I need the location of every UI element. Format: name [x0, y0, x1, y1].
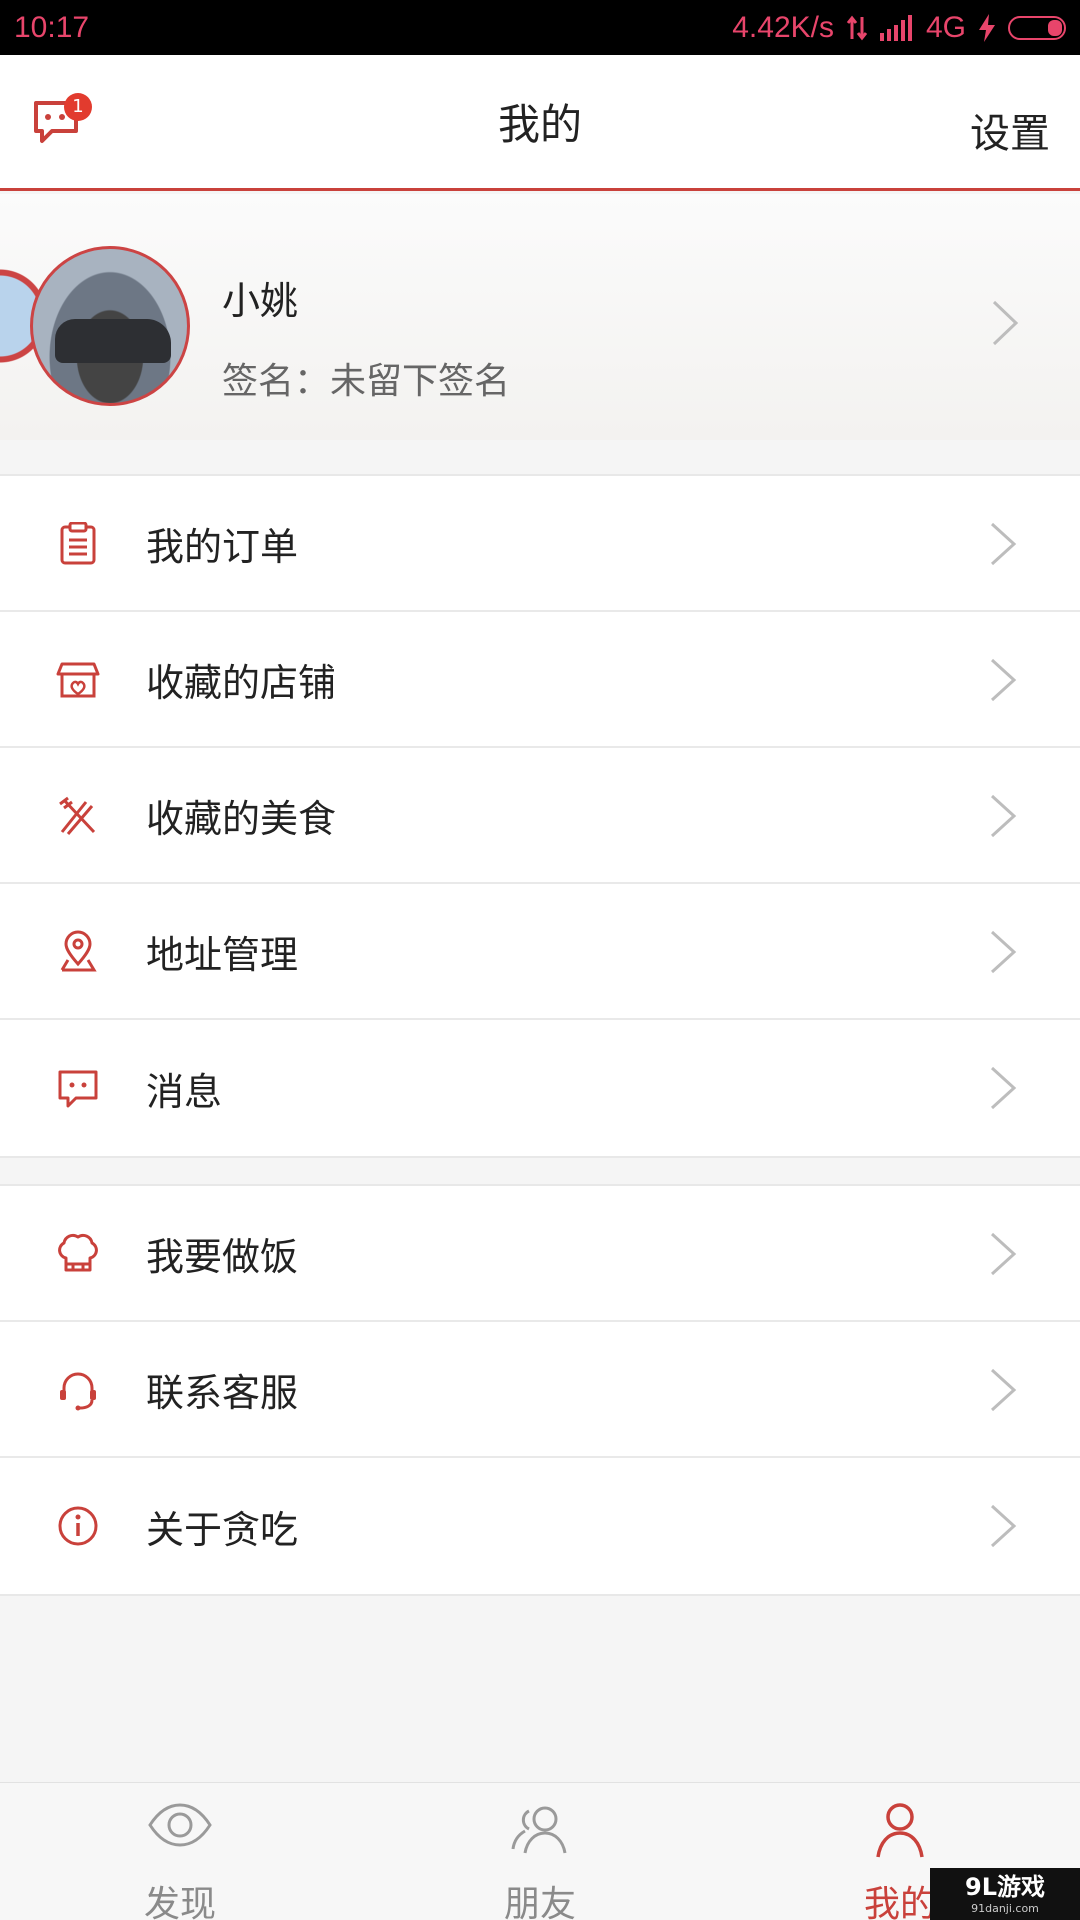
headset-icon: [60, 1372, 96, 1411]
friends-icon: [511, 1806, 567, 1854]
bottom-tab-bar: 发现 朋友 我的: [0, 1782, 1080, 1920]
person-icon: [876, 1803, 924, 1858]
chevron-right-icon: [990, 522, 1017, 566]
tab-label: 发现: [143, 1884, 216, 1920]
tab-discover[interactable]: 发现: [0, 1783, 360, 1920]
chevron-right-icon: [990, 794, 1017, 838]
network-type: 4G: [925, 10, 966, 44]
avatar[interactable]: [30, 246, 190, 406]
header: 1 我的 设置: [0, 55, 1080, 191]
settings-button[interactable]: 设置: [970, 101, 1050, 159]
chevron-right-icon: [990, 1066, 1017, 1110]
network-speed: 4.42K/s: [732, 10, 834, 44]
clipboard-icon: [60, 522, 96, 565]
menu-label: 我要做饭: [146, 1234, 299, 1279]
menu-label: 关于贪吃: [146, 1507, 299, 1552]
menu-label: 地址管理: [146, 932, 299, 977]
menu-item-support[interactable]: 联系客服: [0, 1322, 1080, 1458]
utensils-icon: [59, 796, 96, 835]
menu-label: 收藏的美食: [146, 796, 337, 841]
signal-icon: [879, 14, 912, 41]
watermark-url: 91danji.com: [971, 1901, 1039, 1915]
chevron-right-icon: [990, 1368, 1017, 1412]
menu-item-saved-stores[interactable]: 收藏的店铺: [0, 612, 1080, 748]
avatar-car-image: [55, 319, 171, 363]
page-title: 我的: [497, 100, 582, 149]
menu-item-orders[interactable]: 我的订单: [0, 476, 1080, 612]
tab-friends[interactable]: 朋友: [360, 1783, 720, 1920]
menu-item-address[interactable]: 地址管理: [0, 884, 1080, 1020]
location-icon: [60, 930, 97, 972]
charging-icon: [979, 13, 995, 42]
menu-group-more: 我要做饭 联系客服 关于贪吃: [0, 1184, 1080, 1596]
profile-name: 小姚: [222, 279, 299, 323]
menu-item-messages[interactable]: 消息: [0, 1020, 1080, 1156]
notification-badge: 1: [64, 93, 92, 121]
menu-label: 我的订单: [146, 524, 299, 569]
tab-label: 朋友: [503, 1884, 576, 1920]
status-time: 10:17: [14, 10, 90, 44]
chevron-right-icon: [990, 1232, 1017, 1276]
watermark-text: 9L游戏: [965, 1872, 1045, 1901]
menu-label: 联系客服: [146, 1370, 299, 1415]
battery-icon: [1008, 15, 1066, 40]
chevron-right-icon: [992, 300, 1019, 346]
chevron-right-icon: [990, 658, 1017, 702]
menu-label: 消息: [146, 1069, 223, 1114]
profile-card[interactable]: 小姚 签名：未留下签名: [0, 194, 1080, 440]
menu-item-about[interactable]: 关于贪吃: [0, 1458, 1080, 1594]
menu-label: 收藏的店铺: [146, 660, 337, 705]
message-icon: [58, 1070, 98, 1108]
menu-item-saved-food[interactable]: 收藏的美食: [0, 748, 1080, 884]
info-icon: [58, 1506, 98, 1546]
watermark-logo: 9L游戏 91danji.com: [930, 1868, 1080, 1920]
eye-icon: [148, 1803, 212, 1847]
profile-signature: 签名：未留下签名: [222, 361, 511, 402]
status-indicators: 4.42K/s 4G: [732, 11, 1066, 45]
menu-group-main: 我的订单 收藏的店铺 收藏的美食 地址管理 消息: [0, 474, 1080, 1158]
chef-hat-icon: [58, 1233, 98, 1272]
menu-item-cook[interactable]: 我要做饭: [0, 1186, 1080, 1322]
data-transfer-icon: [846, 15, 868, 40]
chevron-right-icon: [990, 930, 1017, 974]
chevron-right-icon: [990, 1504, 1017, 1548]
store-icon: [56, 662, 100, 698]
status-bar: 10:17 4.42K/s 4G: [0, 0, 1080, 55]
